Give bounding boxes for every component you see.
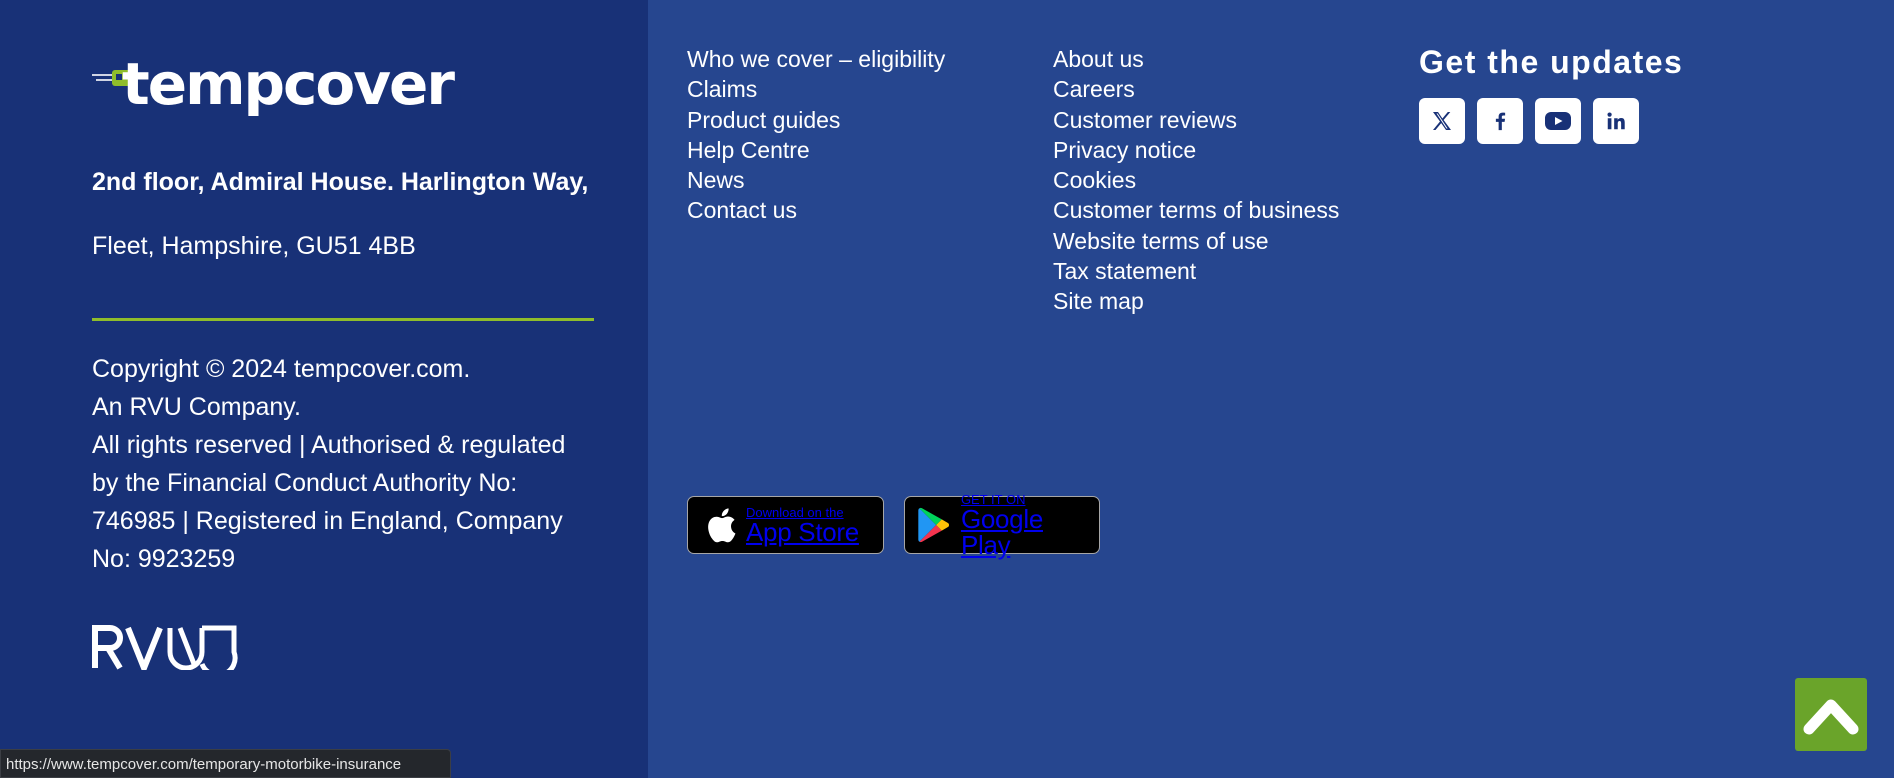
nav-link-site-map[interactable]: Site map — [1053, 286, 1339, 316]
nav-link-website-terms[interactable]: Website terms of use — [1053, 226, 1339, 256]
scroll-to-top-button[interactable] — [1795, 678, 1867, 751]
copyright-line: All rights reserved | Authorised & regul… — [92, 431, 566, 459]
facebook-icon — [1495, 112, 1506, 131]
address-line-2: Fleet, Hampshire, GU51 4BB — [92, 232, 416, 260]
nav-link-claims[interactable]: Claims — [687, 74, 945, 104]
youtube-social-button[interactable] — [1535, 98, 1581, 144]
google-play-icon — [918, 507, 950, 543]
address-line-1: 2nd floor, Admiral House. Harlington Way… — [92, 168, 589, 196]
nav-link-who-we-cover[interactable]: Who we cover – eligibility — [687, 44, 945, 74]
youtube-icon — [1545, 112, 1571, 130]
nav-link-careers[interactable]: Careers — [1053, 74, 1339, 104]
copyright-line: 746985 | Registered in England, Company — [92, 507, 563, 535]
x-social-button[interactable] — [1419, 98, 1465, 144]
updates-heading: Get the updates — [1419, 44, 1684, 80]
linkedin-social-button[interactable] — [1593, 98, 1639, 144]
nav-link-product-guides[interactable]: Product guides — [687, 105, 945, 135]
nav-link-contact-us[interactable]: Contact us — [687, 195, 945, 225]
app-store-big-text: App Store — [746, 516, 859, 547]
copyright-line: An RVU Company. — [92, 393, 301, 421]
logo-wordmark: tempcover — [122, 50, 455, 118]
social-links — [1419, 98, 1639, 144]
footer-nav-column-2: About us Careers Customer reviews Privac… — [1053, 44, 1339, 317]
app-store-text: Download on the App Store — [746, 506, 859, 545]
browser-status-bar: https://www.tempcover.com/temporary-moto… — [0, 749, 451, 778]
apple-icon — [708, 508, 736, 543]
linkedin-icon — [1607, 112, 1625, 130]
chevron-up-icon — [1803, 699, 1859, 734]
x-icon — [1433, 112, 1451, 130]
tempcover-logo[interactable]: tempcover — [92, 50, 472, 130]
nav-link-help-centre[interactable]: Help Centre — [687, 135, 945, 165]
nav-link-about-us[interactable]: About us — [1053, 44, 1339, 74]
nav-link-customer-terms[interactable]: Customer terms of business — [1053, 195, 1339, 225]
rvu-logo-icon[interactable] — [92, 624, 238, 670]
green-divider — [92, 318, 594, 321]
footer-nav-column-1: Who we cover – eligibility Claims Produc… — [687, 44, 945, 226]
copyright-line: by the Financial Conduct Authority No: — [92, 469, 518, 497]
nav-link-cookies[interactable]: Cookies — [1053, 165, 1339, 195]
copyright-line: No: 9923259 — [92, 545, 236, 573]
nav-link-privacy-notice[interactable]: Privacy notice — [1053, 135, 1339, 165]
nav-link-news[interactable]: News — [687, 165, 945, 195]
copyright-line: Copyright © 2024 tempcover.com. — [92, 355, 471, 383]
nav-link-customer-reviews[interactable]: Customer reviews — [1053, 105, 1339, 135]
google-play-big-text: Google Play — [960, 503, 1043, 560]
app-store-badge[interactable]: Download on the App Store — [687, 496, 884, 554]
google-play-text: GET IT ON Google Play — [961, 493, 1099, 558]
copyright-text: Copyright © 2024 tempcover.com. An RVU C… — [92, 350, 612, 578]
google-play-badge[interactable]: GET IT ON Google Play — [904, 493, 1100, 558]
facebook-social-button[interactable] — [1477, 98, 1523, 144]
nav-link-tax-statement[interactable]: Tax statement — [1053, 256, 1339, 286]
